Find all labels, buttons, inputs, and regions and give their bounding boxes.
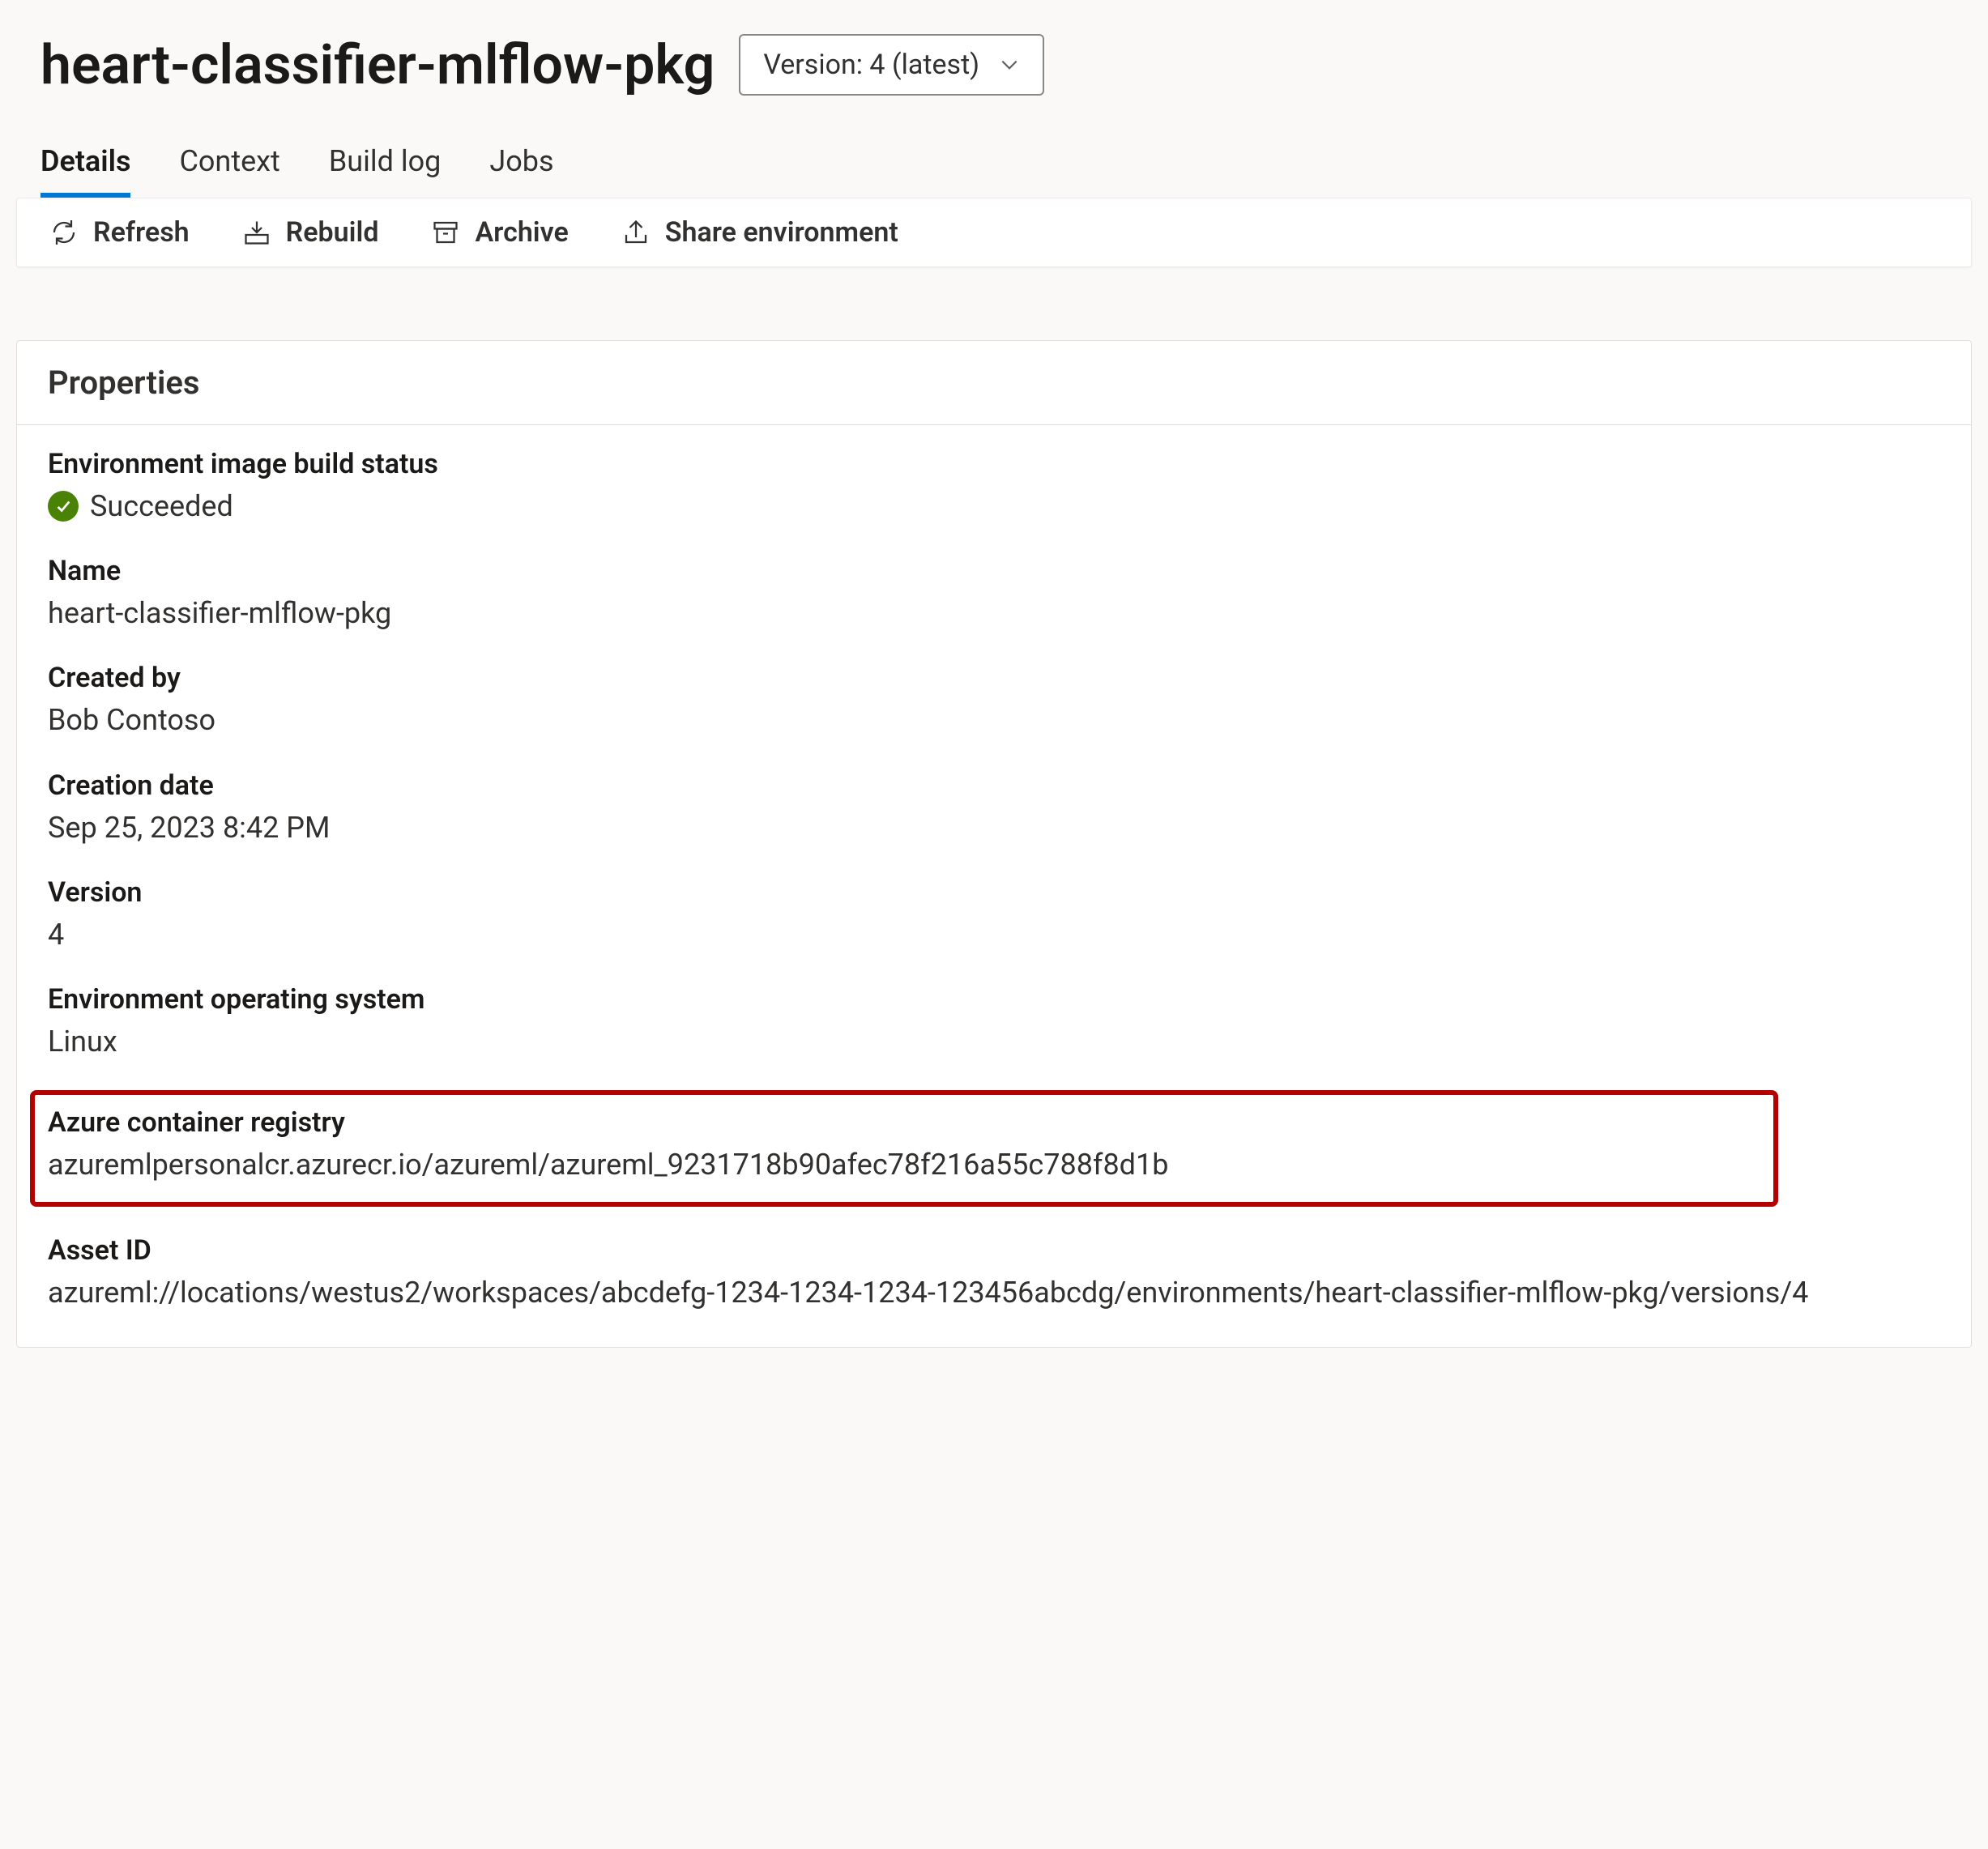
prop-label: Creation date: [48, 769, 1940, 802]
page-header: heart-classifier-mlflow-pkg Version: 4 (…: [16, 24, 1972, 130]
refresh-icon: [49, 218, 79, 247]
toolbar: Refresh Rebuild Archive Share environmen…: [16, 198, 1972, 267]
prop-value: azuremlpersonalcr.azurecr.io/azureml/azu…: [48, 1144, 1760, 1186]
properties-card-title: Properties: [48, 364, 1940, 402]
prop-value: Sep 25, 2023 8:42 PM: [48, 807, 1940, 849]
prop-value: azureml://locations/westus2/workspaces/a…: [48, 1272, 1940, 1314]
prop-created-by: Created by Bob Contoso: [48, 662, 1940, 741]
chevron-down-icon: [999, 54, 1020, 75]
tab-details[interactable]: Details: [41, 130, 130, 198]
archive-label: Archive: [475, 216, 568, 249]
success-icon: [48, 491, 79, 522]
prop-os: Environment operating system Linux: [48, 983, 1940, 1063]
version-selector-label: Version: 4 (latest): [763, 49, 979, 81]
prop-label: Version: [48, 876, 1940, 909]
prop-label: Azure container registry: [48, 1106, 1760, 1139]
refresh-button[interactable]: Refresh: [49, 216, 190, 249]
archive-button[interactable]: Archive: [431, 216, 568, 249]
share-label: Share environment: [665, 216, 898, 249]
prop-value: heart-classifier-mlflow-pkg: [48, 592, 1940, 634]
rebuild-button[interactable]: Rebuild: [242, 216, 379, 249]
refresh-label: Refresh: [93, 216, 190, 249]
properties-card-body: Environment image build status Succeeded…: [17, 425, 1971, 1347]
share-environment-button[interactable]: Share environment: [621, 216, 898, 249]
prop-value: Succeeded: [48, 485, 1940, 527]
properties-card-header: Properties: [17, 341, 1971, 425]
prop-label: Environment image build status: [48, 448, 1940, 480]
rebuild-icon: [242, 218, 271, 247]
prop-value: 4: [48, 914, 1940, 956]
tab-jobs[interactable]: Jobs: [489, 130, 553, 198]
prop-label: Environment operating system: [48, 983, 1940, 1016]
prop-value: Bob Contoso: [48, 699, 1940, 741]
tab-build-log[interactable]: Build log: [329, 130, 442, 198]
tab-context[interactable]: Context: [179, 130, 279, 198]
archive-icon: [431, 218, 460, 247]
prop-build-status: Environment image build status Succeeded: [48, 448, 1940, 527]
tab-bar: Details Context Build log Jobs: [16, 130, 1972, 198]
prop-acr: Azure container registry azuremlpersonal…: [48, 1106, 1760, 1186]
prop-creation-date: Creation date Sep 25, 2023 8:42 PM: [48, 769, 1940, 849]
prop-label: Name: [48, 555, 1940, 587]
page-title: heart-classifier-mlflow-pkg: [41, 32, 715, 97]
prop-asset-id: Asset ID azureml://locations/westus2/wor…: [48, 1234, 1940, 1314]
prop-value: Linux: [48, 1020, 1940, 1063]
prop-version: Version 4: [48, 876, 1940, 956]
version-selector[interactable]: Version: 4 (latest): [739, 34, 1044, 96]
rebuild-label: Rebuild: [286, 216, 379, 249]
share-icon: [621, 218, 651, 247]
properties-card: Properties Environment image build statu…: [16, 340, 1972, 1348]
build-status-text: Succeeded: [90, 485, 233, 527]
prop-label: Asset ID: [48, 1234, 1940, 1267]
prop-label: Created by: [48, 662, 1940, 694]
highlight-annotation: Azure container registry azuremlpersonal…: [30, 1090, 1778, 1207]
prop-name: Name heart-classifier-mlflow-pkg: [48, 555, 1940, 634]
